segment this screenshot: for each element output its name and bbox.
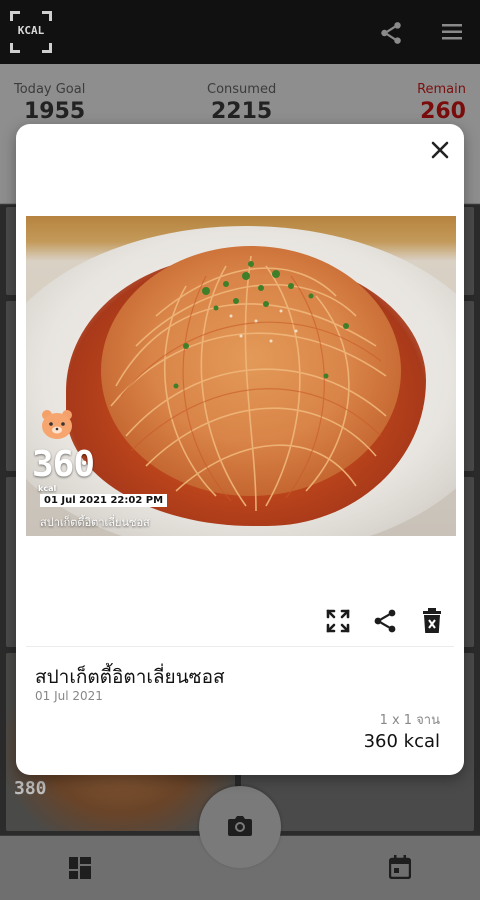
- share-icon[interactable]: [378, 20, 404, 46]
- consumed-label: Consumed: [207, 82, 277, 97]
- overlay-kcal-unit: kcal: [38, 484, 57, 493]
- goal-stat: Today Goal 1955: [14, 82, 85, 124]
- share-icon[interactable]: [372, 608, 398, 634]
- close-icon[interactable]: [426, 136, 454, 164]
- remain-stat: Remain 260: [417, 82, 466, 124]
- camera-icon: [228, 816, 252, 836]
- food-quantity: 1 x 1 จาน: [379, 713, 440, 728]
- kcal-logo: KCAL: [10, 11, 52, 53]
- overlay-datetime: 01 Jul 2021 22:02 PM: [40, 494, 168, 507]
- camera-button[interactable]: [199, 786, 281, 868]
- goal-value: 1955: [24, 99, 86, 124]
- hamburger-menu-icon[interactable]: [440, 21, 464, 43]
- goal-label: Today Goal: [14, 82, 86, 97]
- consumed-stat: Consumed 2215: [207, 82, 276, 124]
- food-name: สปาเก็ตตี้อิตาเลี่ยนซอส: [35, 666, 225, 688]
- calendar-icon[interactable]: [389, 855, 411, 879]
- remain-value: 260: [420, 99, 466, 124]
- consumed-value: 2215: [210, 99, 273, 124]
- tile-kcal-label: 380: [14, 778, 47, 799]
- logo-text: KCAL: [17, 24, 45, 37]
- divider: [26, 646, 454, 647]
- app-bar: KCAL: [0, 0, 480, 64]
- fullscreen-icon[interactable]: [325, 608, 351, 634]
- food-date: 01 Jul 2021: [35, 689, 103, 703]
- pasta-illustration: [101, 246, 401, 512]
- overlay-food-name: สปาเก็ตตี้อิตาเลี่ยนซอส: [40, 516, 150, 529]
- delete-icon[interactable]: [421, 608, 443, 634]
- food-detail-modal: 360 kcal 01 Jul 2021 22:02 PM สปาเก็ตตี้…: [16, 124, 464, 775]
- overlay-kcal-value: 360: [32, 444, 95, 485]
- dashboard-icon[interactable]: [69, 857, 91, 879]
- food-kcal: 360 kcal: [363, 731, 440, 752]
- bear-mascot-icon: [42, 410, 72, 439]
- food-photo: 360 kcal 01 Jul 2021 22:02 PM สปาเก็ตตี้…: [26, 216, 456, 536]
- remain-label: Remain: [417, 82, 466, 97]
